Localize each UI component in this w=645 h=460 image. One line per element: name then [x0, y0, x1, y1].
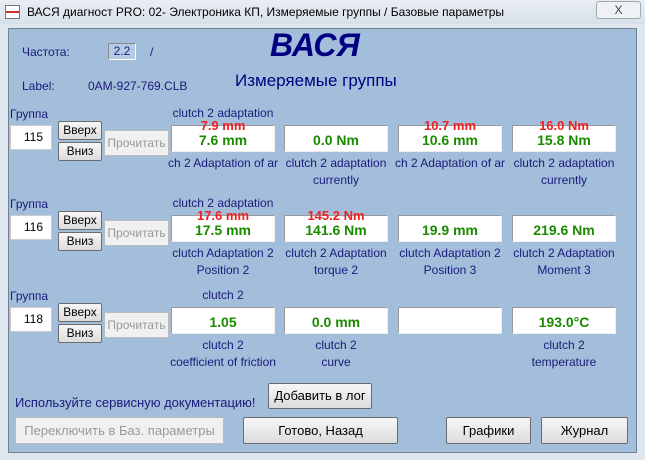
value-field: 0.0 mm — [284, 307, 388, 334]
value-field: 1.05 — [171, 307, 275, 334]
value-description-line2: Position 2 — [196, 263, 250, 277]
down-button[interactable]: Вниз — [58, 324, 102, 343]
value-text: 10.6 mm — [421, 132, 479, 148]
window-title: ВАСЯ диагност PRO: 02- Электроника КП, И… — [27, 5, 504, 19]
value-description-line2: coefficient of friction — [170, 355, 276, 369]
graphs-button[interactable]: Графики — [446, 417, 531, 444]
label-value: 0AM-927-769.CLB — [88, 79, 188, 93]
value-description-line2: currently — [312, 173, 359, 187]
value-description: clutch 2 adaptation — [513, 156, 615, 170]
read-button[interactable]: Прочитать — [104, 130, 169, 156]
value-text: 15.8 Nm — [537, 132, 591, 148]
value-description: clutch 2 — [315, 338, 357, 352]
value-text: 141.6 Nm — [305, 222, 367, 238]
value-description-line2: curve — [321, 355, 351, 369]
read-button[interactable]: Прочитать — [104, 312, 169, 338]
done-back-button[interactable]: Готово, Назад — [243, 417, 398, 444]
close-button[interactable]: X — [596, 1, 641, 19]
logo: ВАСЯ — [270, 27, 360, 63]
down-button[interactable]: Вниз — [58, 232, 102, 251]
group-number-input[interactable]: 116 — [10, 215, 52, 240]
value-description: clutch 2 Adaptation — [513, 246, 615, 260]
value-text: 0.0 mm — [311, 314, 361, 330]
value-description: clutch Adaptation 2 — [172, 246, 274, 260]
value-description: clutch 2 Adaptation — [285, 246, 387, 260]
frequency-value: 2.2 — [108, 43, 136, 60]
title-bar: ВАСЯ диагност PRO: 02- Электроника КП, И… — [0, 0, 645, 24]
up-button[interactable]: Вверх — [58, 121, 102, 140]
up-button[interactable]: Вверх — [58, 303, 102, 322]
group-number-input[interactable]: 118 — [10, 307, 52, 332]
page-subtitle: Измеряемые группы — [235, 71, 397, 90]
value-text: 7.6 mm — [198, 132, 248, 148]
value-description: clutch 2 adaptation — [285, 156, 387, 170]
app-icon — [5, 5, 20, 19]
value-description-line2: temperature — [531, 355, 597, 369]
service-doc-hint: Используйте сервисную документацию! — [15, 395, 256, 410]
group-number-input[interactable]: 115 — [10, 125, 52, 150]
previous-value: 17.6 mm — [196, 208, 250, 223]
value-field: 193.0°C — [512, 307, 616, 334]
label-label: Label: — [22, 79, 55, 93]
switch-basic-params-button[interactable]: Переключить в Баз. параметры — [15, 417, 224, 444]
read-button[interactable]: Прочитать — [104, 220, 169, 246]
value-text: 19.9 mm — [421, 222, 479, 238]
value-field: 19.9 mm — [398, 215, 502, 242]
group-label: Группа — [10, 289, 49, 303]
value-text: 219.6 Nm — [533, 222, 595, 238]
value-description-line2: Moment 3 — [537, 263, 591, 277]
value-description-line2: Position 3 — [423, 263, 477, 277]
value-top-label: clutch 2 — [202, 288, 244, 302]
previous-value: 7.9 mm — [200, 118, 246, 133]
up-button[interactable]: Вверх — [58, 211, 102, 230]
value-description: ch 2 Adaptation of ar — [167, 156, 279, 170]
value-description-line2: torque 2 — [313, 263, 359, 277]
value-description-line2: currently — [540, 173, 587, 187]
value-description: clutch 2 — [543, 338, 585, 352]
frequency-slash: / — [150, 45, 154, 59]
previous-value: 10.7 mm — [423, 118, 477, 133]
previous-value: 145.2 Nm — [307, 208, 365, 223]
value-text: 17.5 mm — [194, 222, 252, 238]
value-field: 0.0 Nm — [284, 125, 388, 152]
value-text: 1.05 — [209, 314, 237, 330]
group-label: Группа — [10, 107, 49, 121]
frequency-label: Частота: — [22, 45, 70, 59]
value-text: 193.0°C — [538, 314, 590, 330]
value-field — [398, 307, 502, 334]
add-to-log-button[interactable]: Добавить в лог — [268, 383, 372, 409]
value-description: ch 2 Adaptation of ar — [394, 156, 506, 170]
value-field: 219.6 Nm — [512, 215, 616, 242]
journal-button[interactable]: Журнал — [541, 417, 628, 444]
value-text: 0.0 Nm — [313, 132, 359, 148]
value-description: clutch Adaptation 2 — [399, 246, 501, 260]
value-description: clutch 2 — [202, 338, 244, 352]
group-label: Группа — [10, 197, 49, 211]
down-button[interactable]: Вниз — [58, 142, 102, 161]
previous-value: 16.0 Nm — [539, 118, 589, 133]
